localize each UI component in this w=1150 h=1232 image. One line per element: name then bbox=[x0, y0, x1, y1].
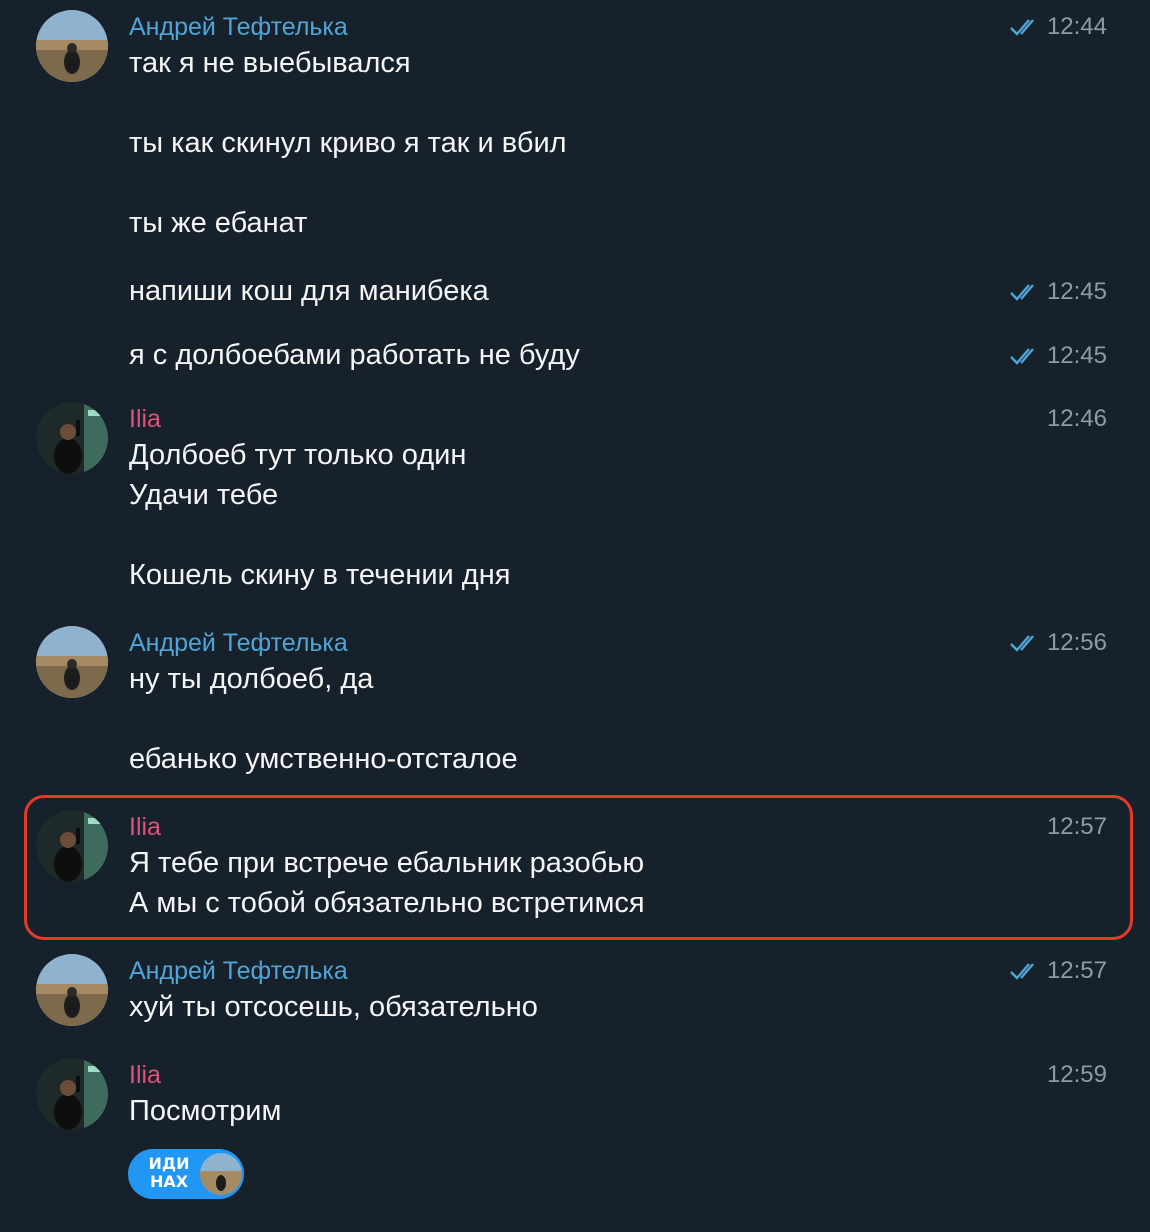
message-time: 12:57 bbox=[1009, 956, 1107, 986]
sticker-avatar bbox=[200, 1153, 242, 1195]
chat-history[interactable]: Андрей Тефтелька 12:44 так я не выебывал… bbox=[0, 0, 1150, 1232]
sender-name[interactable]: Ilia bbox=[129, 1060, 161, 1090]
avatar-ilia[interactable] bbox=[36, 1058, 108, 1130]
sticker-text: ИДИ НАХ bbox=[148, 1154, 190, 1191]
message-text: хуй ты отсосешь, обязательно bbox=[129, 991, 538, 1023]
message-time: 12:45 bbox=[1009, 277, 1107, 307]
message-time: 12:59 bbox=[1046, 1061, 1107, 1088]
double-check-icon bbox=[1010, 348, 1034, 365]
message-text: ты как скинул криво я так и вбил bbox=[129, 127, 567, 159]
double-check-icon bbox=[1010, 284, 1034, 301]
sender-name[interactable]: Ilia bbox=[129, 812, 161, 842]
message-text: я с долбоебами работать не буду bbox=[129, 339, 580, 371]
sender-name[interactable]: Ilia bbox=[129, 404, 161, 434]
avatar-andrey[interactable] bbox=[36, 10, 108, 82]
message-time: 12:56 bbox=[1009, 628, 1107, 658]
message-time: 12:57 bbox=[1046, 813, 1107, 840]
message-text: Удачи тебе bbox=[129, 479, 279, 511]
message-time: 12:46 bbox=[1046, 405, 1107, 432]
sender-name[interactable]: Андрей Тефтелька bbox=[129, 956, 348, 986]
message-text: Кошель скину в течении дня bbox=[129, 559, 511, 591]
message-text: Долбоеб тут только один bbox=[129, 439, 467, 471]
message-text: Посмотрим bbox=[129, 1095, 282, 1127]
sticker[interactable]: ИДИ НАХ bbox=[128, 1149, 244, 1199]
double-check-icon bbox=[1010, 19, 1034, 36]
message-text: ну ты долбоеб, да bbox=[129, 663, 374, 695]
sender-name[interactable]: Андрей Тефтелька bbox=[129, 628, 348, 658]
message-text: ебанько умственно-отсталое bbox=[129, 743, 518, 775]
message-text: так я не выебывался bbox=[129, 47, 411, 79]
avatar-andrey[interactable] bbox=[36, 954, 108, 1026]
avatar-ilia[interactable] bbox=[36, 402, 108, 474]
sender-name[interactable]: Андрей Тефтелька bbox=[129, 12, 348, 42]
message-text: напиши кош для манибека bbox=[129, 275, 489, 307]
message-text: А мы с тобой обязательно встретимся bbox=[129, 887, 645, 919]
message-text: ты же ебанат bbox=[129, 207, 308, 239]
double-check-icon bbox=[1010, 963, 1034, 980]
message-time: 12:45 bbox=[1009, 341, 1107, 371]
avatar-ilia[interactable] bbox=[36, 810, 108, 882]
message-time: 12:44 bbox=[1009, 12, 1107, 42]
double-check-icon bbox=[1010, 635, 1034, 652]
avatar-andrey[interactable] bbox=[36, 626, 108, 698]
message-text: Я тебе при встрече ебальник разобью bbox=[129, 847, 645, 879]
